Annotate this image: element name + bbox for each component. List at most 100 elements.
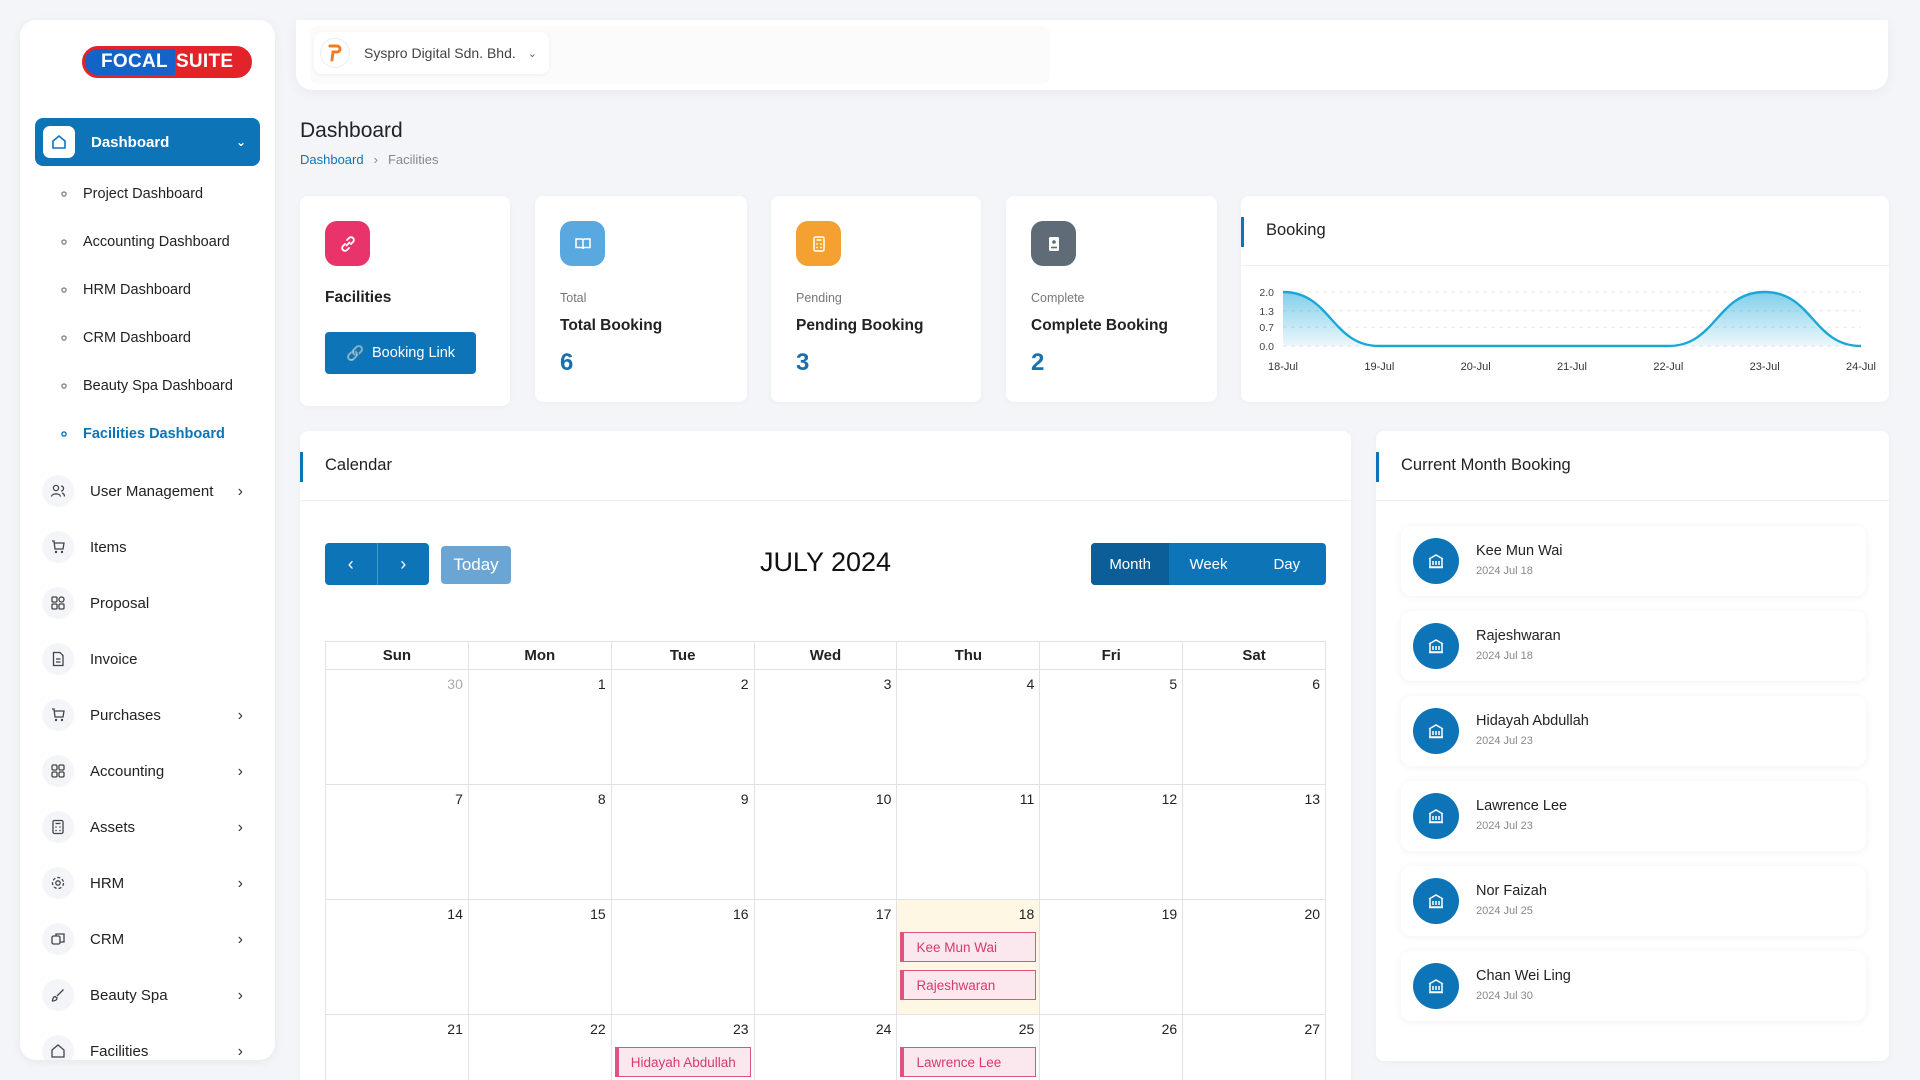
calendar-day-cell[interactable]: 26 bbox=[1040, 1015, 1184, 1080]
calendar-day-cell[interactable]: 2 bbox=[612, 670, 755, 784]
view-month-button[interactable]: Month bbox=[1091, 543, 1170, 585]
calendar-event[interactable]: Lawrence Lee bbox=[900, 1047, 1037, 1077]
calendar-week-row: 30 1 2 3 4 5 6 bbox=[325, 669, 1326, 784]
sidebar-subitem-project-dashboard[interactable]: Project Dashboard bbox=[60, 186, 203, 202]
booking-name: Rajeshwaran bbox=[1476, 628, 1561, 644]
booking-link-button[interactable]: 🔗 Booking Link bbox=[325, 332, 476, 374]
sidebar-item-dashboard[interactable]: Dashboard ⌄ bbox=[35, 118, 260, 166]
calendar-day-cell[interactable]: 7 bbox=[326, 785, 469, 899]
sidebar-item-proposal[interactable]: Proposal bbox=[42, 583, 257, 623]
calendar-day-cell[interactable]: 11 bbox=[897, 785, 1041, 899]
sidebar-item-label: HRM bbox=[90, 874, 125, 892]
focal-suite-logo[interactable]: FOCAL SUITE bbox=[82, 46, 253, 78]
chevron-right-icon: › bbox=[237, 875, 243, 892]
sidebar-subitem-facilities-dashboard[interactable]: Facilities Dashboard bbox=[60, 426, 225, 442]
booking-list-item[interactable]: Hidayah Abdullah 2024 Jul 23 bbox=[1401, 696, 1866, 766]
calendar-day-cell[interactable]: 20 bbox=[1183, 900, 1325, 1014]
calculator-icon bbox=[42, 811, 74, 843]
sidebar-item-label: Proposal bbox=[90, 594, 150, 612]
sidebar-item-hrm[interactable]: HRM › bbox=[42, 863, 257, 903]
proposal-icon bbox=[42, 587, 74, 619]
sidebar-subitem-crm-dashboard[interactable]: CRM Dashboard bbox=[60, 330, 191, 346]
calendar-day-number: 15 bbox=[590, 906, 606, 922]
calendar-day-cell[interactable]: 14 bbox=[326, 900, 469, 1014]
sidebar-item-label: Beauty Spa bbox=[90, 986, 168, 1004]
view-week-button[interactable]: Week bbox=[1169, 543, 1247, 585]
calendar-event[interactable]: Rajeshwaran bbox=[900, 970, 1037, 1000]
calendar-day-cell[interactable]: 19 bbox=[1040, 900, 1184, 1014]
sidebar-item-facilities[interactable]: Facilities › bbox=[42, 1031, 257, 1060]
current-month-header: Current Month Booking bbox=[1376, 431, 1889, 501]
weekday-header-cell: Mon bbox=[469, 642, 612, 669]
calendar-day-cell[interactable]: 3 bbox=[755, 670, 898, 784]
calendar-day-cell[interactable]: 4 bbox=[897, 670, 1041, 784]
calendar-day-number: 14 bbox=[447, 906, 463, 922]
x-tick-label: 20-Jul bbox=[1461, 361, 1491, 373]
y-tick-label: 2.0 bbox=[1259, 287, 1274, 299]
calendar-day-cell[interactable]: 27 bbox=[1183, 1015, 1325, 1080]
total-booking-label: Total Booking bbox=[560, 317, 663, 334]
breadcrumb-link-dashboard[interactable]: Dashboard bbox=[300, 152, 364, 167]
calendar-day-cell[interactable]: 10 bbox=[755, 785, 898, 899]
booking-list-item[interactable]: Lawrence Lee 2024 Jul 23 bbox=[1401, 781, 1866, 851]
pending-booking-label: Pending Booking bbox=[796, 317, 924, 334]
calendar-day-cell[interactable]: 25 Lawrence Lee bbox=[897, 1015, 1041, 1080]
calendar-day-cell[interactable]: 13 bbox=[1183, 785, 1325, 899]
sidebar-subitem-hrm-dashboard[interactable]: HRM Dashboard bbox=[60, 282, 191, 298]
calendar-header: Calendar bbox=[300, 431, 1351, 501]
booking-list-item[interactable]: Chan Wei Ling 2024 Jul 30 bbox=[1401, 951, 1866, 1021]
sidebar-item-accounting[interactable]: Accounting › bbox=[42, 751, 257, 791]
calendar-title: Calendar bbox=[325, 456, 392, 474]
sidebar-item-beauty-spa[interactable]: Beauty Spa › bbox=[42, 975, 257, 1015]
calendar-day-cell[interactable]: 24 bbox=[755, 1015, 898, 1080]
company-switcher-area: Syspro Digital Sdn. Bhd. ⌄ bbox=[310, 26, 1050, 84]
sidebar-item-invoice[interactable]: Invoice bbox=[42, 639, 257, 679]
calendar-day-cell[interactable]: 8 bbox=[469, 785, 612, 899]
booking-list-item[interactable]: Kee Mun Wai 2024 Jul 18 bbox=[1401, 526, 1866, 596]
sidebar-item-label: Accounting bbox=[90, 762, 165, 780]
calendar-day-cell[interactable]: 17 bbox=[755, 900, 898, 1014]
complete-booking-card: Complete Complete Booking 2 bbox=[1006, 196, 1217, 402]
sidebar-subitem-beauty-spa-dashboard[interactable]: Beauty Spa Dashboard bbox=[60, 378, 233, 394]
chevron-right-icon: › bbox=[237, 819, 243, 836]
calendar-day-cell[interactable]: 21 bbox=[326, 1015, 469, 1080]
sidebar-item-label: Items bbox=[90, 538, 127, 556]
booking-chart-header: Booking bbox=[1241, 196, 1889, 266]
calendar-day-number: 18 bbox=[1018, 906, 1035, 922]
cart-icon bbox=[42, 699, 74, 731]
chevron-right-icon: › bbox=[237, 707, 243, 724]
calendar-day-cell[interactable]: 18 Kee Mun Wai Rajeshwaran bbox=[897, 900, 1041, 1014]
sidebar-item-crm[interactable]: CRM › bbox=[42, 919, 257, 959]
calendar-day-cell[interactable]: 22 bbox=[469, 1015, 612, 1080]
sidebar-item-user-management[interactable]: User Management › bbox=[42, 471, 257, 511]
chevron-right-icon: › bbox=[237, 763, 243, 780]
calendar-day-number: 26 bbox=[1161, 1021, 1178, 1037]
calendar-event[interactable]: Kee Mun Wai bbox=[900, 932, 1037, 962]
chevron-down-icon: ⌄ bbox=[527, 47, 537, 60]
calendar-day-cell[interactable]: 5 bbox=[1040, 670, 1184, 784]
calendar-day-cell[interactable]: 1 bbox=[469, 670, 612, 784]
booking-list-item[interactable]: Rajeshwaran 2024 Jul 18 bbox=[1401, 611, 1866, 681]
calendar-day-cell[interactable]: 6 bbox=[1183, 670, 1325, 784]
calendar-event[interactable]: Hidayah Abdullah bbox=[614, 1047, 751, 1077]
sidebar-item-purchases[interactable]: Purchases › bbox=[42, 695, 257, 735]
view-day-button[interactable]: Day bbox=[1248, 543, 1326, 585]
chevron-right-icon: › bbox=[237, 1043, 243, 1060]
calendar-day-cell[interactable]: 30 bbox=[326, 670, 469, 784]
calendar-day-cell[interactable]: 16 bbox=[612, 900, 755, 1014]
calendar-day-cell[interactable]: 15 bbox=[469, 900, 612, 1014]
current-month-booking-card: Current Month Booking Kee Mun Wai 2024 Ju… bbox=[1376, 431, 1889, 1061]
sidebar-item-items[interactable]: Items bbox=[42, 527, 257, 567]
calendar-card: Calendar ‹ › Today JULY 2024 Month Week … bbox=[300, 431, 1351, 1080]
sidebar-item-assets[interactable]: Assets › bbox=[42, 807, 257, 847]
company-name: Syspro Digital Sdn. Bhd. bbox=[364, 45, 516, 61]
calendar-day-cell[interactable]: 9 bbox=[612, 785, 755, 899]
logo-text-suite: SUITE bbox=[175, 51, 234, 72]
calendar-day-cell[interactable]: 12 bbox=[1040, 785, 1184, 899]
calendar-day-cell[interactable]: 23 Hidayah Abdullah bbox=[612, 1015, 755, 1080]
company-selector[interactable]: Syspro Digital Sdn. Bhd. ⌄ bbox=[314, 32, 549, 74]
bullet-icon bbox=[61, 191, 67, 197]
booking-date: 2024 Jul 23 bbox=[1476, 735, 1533, 747]
sidebar-subitem-accounting-dashboard[interactable]: Accounting Dashboard bbox=[60, 234, 230, 250]
booking-list-item[interactable]: Nor Faizah 2024 Jul 25 bbox=[1401, 866, 1866, 936]
